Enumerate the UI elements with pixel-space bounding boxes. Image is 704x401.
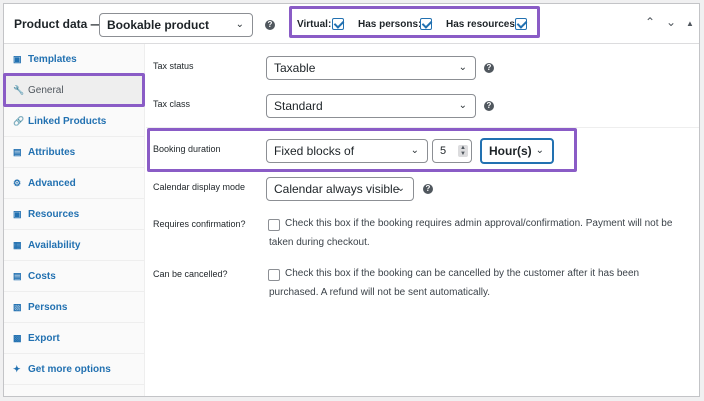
product-data-panel: Product data — Bookable product ⌄ ? Virt… xyxy=(3,3,700,397)
templates-icon: ▣ xyxy=(13,54,22,64)
chevron-down-icon: ⌄ xyxy=(535,145,544,156)
tab-label: Advanced xyxy=(28,178,76,189)
can-be-cancelled-label: Can be cancelled? xyxy=(153,269,228,279)
chevron-down-icon: ⌄ xyxy=(235,19,244,30)
tab-costs[interactable]: ▤ Costs xyxy=(4,261,145,292)
panel-title: Product data — xyxy=(14,17,103,31)
tax-status-label: Tax status xyxy=(153,61,194,71)
product-data-header: Product data — Bookable product ⌄ ? Virt… xyxy=(4,4,699,44)
tax-status-value: Taxable xyxy=(274,61,316,75)
tab-templates[interactable]: ▣ Templates xyxy=(4,44,145,75)
tab-label: Export xyxy=(28,333,60,344)
tax-class-select[interactable]: Standard ⌄ xyxy=(266,94,476,118)
chevron-down-icon: ⌄ xyxy=(458,62,467,73)
help-icon[interactable]: ? xyxy=(265,20,275,30)
calendar-display-select[interactable]: Calendar always visible ⌄ xyxy=(266,177,414,201)
link-icon: 🔗 xyxy=(13,116,25,126)
move-up-icon[interactable]: ⌃ xyxy=(645,15,655,29)
calendar-display-value: Calendar always visible xyxy=(274,182,400,196)
tab-label: Costs xyxy=(28,271,56,282)
tax-status-select[interactable]: Taxable ⌄ xyxy=(266,56,476,80)
calendar-display-label: Calendar display mode xyxy=(153,182,246,192)
toggle-panel-icon[interactable]: ▲ xyxy=(686,19,694,28)
tab-label: Get more options xyxy=(28,364,111,375)
calendar-icon: ▦ xyxy=(13,240,22,250)
resources-icon: ▣ xyxy=(13,209,22,219)
help-icon[interactable]: ? xyxy=(484,101,494,111)
booking-duration-type-value: Fixed blocks of xyxy=(274,144,355,158)
virtual-label: Virtual: xyxy=(297,19,332,30)
tab-linked-products[interactable]: 🔗 Linked Products xyxy=(4,106,145,137)
help-icon[interactable]: ? xyxy=(484,63,494,73)
chevron-down-icon: ⌄ xyxy=(458,100,467,111)
tax-class-value: Standard xyxy=(274,99,323,113)
tab-export[interactable]: ▩ Export xyxy=(4,323,145,354)
tab-label: Resources xyxy=(28,209,80,220)
has-resources-label: Has resources: xyxy=(446,19,519,30)
tab-attributes[interactable]: ▤ Attributes xyxy=(4,137,145,168)
booking-duration-amount-input[interactable]: 5 ▲ ▼ xyxy=(432,139,472,163)
tab-availability[interactable]: ▦ Availability xyxy=(4,230,145,261)
has-persons-label: Has persons: xyxy=(358,19,422,30)
requires-confirmation-description: Check this box if the booking requires a… xyxy=(269,218,673,248)
costs-icon: ▤ xyxy=(13,271,22,281)
tab-label: Linked Products xyxy=(28,116,107,127)
export-icon: ▩ xyxy=(13,333,22,343)
booking-duration-amount-value: 5 xyxy=(440,145,447,157)
tab-resources[interactable]: ▣ Resources xyxy=(4,199,145,230)
product-type-value: Bookable product xyxy=(107,18,210,32)
has-resources-checkbox[interactable] xyxy=(515,18,527,30)
highlight-frame xyxy=(3,73,145,107)
chevron-down-icon: ⌄ xyxy=(396,183,405,194)
booking-duration-type-select[interactable]: Fixed blocks of ⌄ xyxy=(266,139,428,163)
persons-icon: ▧ xyxy=(13,302,22,312)
help-icon[interactable]: ? xyxy=(423,184,433,194)
booking-duration-unit-select[interactable]: Hour(s) ⌄ xyxy=(480,138,554,164)
booking-duration-label: Booking duration xyxy=(153,144,221,154)
tab-persons[interactable]: ▧ Persons xyxy=(4,292,145,323)
list-icon: ▤ xyxy=(13,147,22,157)
tab-label: Templates xyxy=(28,54,77,65)
star-icon: ✦ xyxy=(13,364,21,374)
virtual-checkbox[interactable] xyxy=(332,18,344,30)
tab-label: Persons xyxy=(28,302,68,313)
tab-advanced[interactable]: ⚙ Advanced xyxy=(4,168,145,199)
has-persons-checkbox[interactable] xyxy=(420,18,432,30)
tab-label: Attributes xyxy=(28,147,76,158)
booking-duration-unit-value: Hour(s) xyxy=(489,144,532,158)
tab-get-more-options[interactable]: ✦ Get more options xyxy=(4,354,145,385)
stepper-icon[interactable]: ▲ ▼ xyxy=(458,145,468,157)
can-be-cancelled-description: Check this box if the booking can be can… xyxy=(269,268,640,298)
tab-label: Availability xyxy=(28,240,81,251)
chevron-down-icon: ⌄ xyxy=(410,145,419,156)
tax-class-label: Tax class xyxy=(153,99,191,109)
product-type-select[interactable]: Bookable product ⌄ xyxy=(99,13,253,37)
gear-icon: ⚙ xyxy=(13,178,22,188)
requires-confirmation-label: Requires confirmation? xyxy=(153,219,246,229)
move-down-icon[interactable]: ⌄ xyxy=(666,15,676,29)
